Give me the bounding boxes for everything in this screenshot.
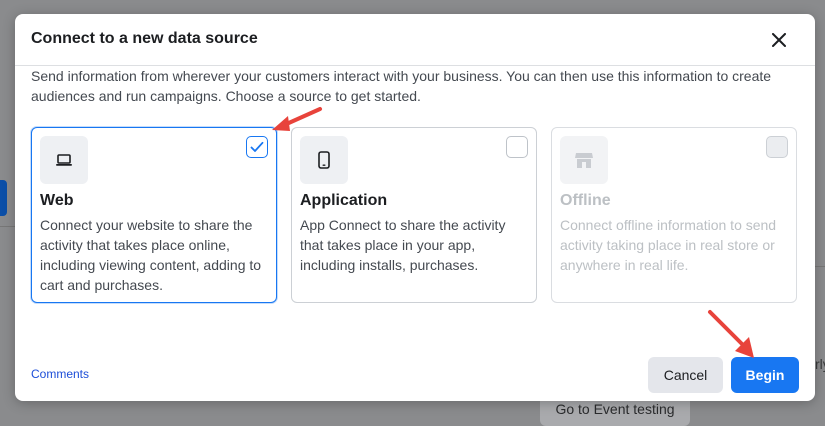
dialog-title: Connect to a new data source bbox=[31, 30, 258, 47]
source-description: App Connect to share the activity that t… bbox=[300, 217, 506, 273]
source-description: Connect offline information to send acti… bbox=[560, 217, 777, 273]
source-icon-box bbox=[560, 136, 608, 184]
close-button[interactable] bbox=[765, 26, 793, 54]
comments-link[interactable]: Comments bbox=[31, 367, 89, 381]
source-checkbox-web[interactable] bbox=[246, 136, 268, 158]
laptop-icon bbox=[56, 154, 72, 166]
source-title: Offline bbox=[560, 192, 611, 209]
source-card-offline: Offline Connect offline information to s… bbox=[551, 127, 797, 303]
background-text-fragment: rly bbox=[815, 356, 825, 372]
connect-data-source-dialog: Connect to a new data source Send inform… bbox=[15, 14, 815, 401]
source-checkbox-offline bbox=[766, 136, 788, 158]
mobile-phone-icon bbox=[318, 151, 330, 169]
source-card-application[interactable]: Application App Connect to share the act… bbox=[291, 127, 537, 303]
source-card-web[interactable]: Web Connect your website to share the ac… bbox=[31, 127, 277, 303]
begin-button[interactable]: Begin bbox=[731, 357, 799, 393]
source-icon-box bbox=[300, 136, 348, 184]
checkmark-icon bbox=[250, 141, 264, 152]
source-checkbox-application[interactable] bbox=[506, 136, 528, 158]
close-icon bbox=[772, 33, 786, 47]
source-options: Web Connect your website to share the ac… bbox=[31, 127, 801, 305]
cancel-button[interactable]: Cancel bbox=[648, 357, 723, 393]
background-divider bbox=[0, 226, 15, 227]
dialog-description: Send information from wherever your cust… bbox=[31, 68, 772, 104]
source-title: Web bbox=[40, 192, 74, 209]
source-description: Connect your website to share the activi… bbox=[40, 217, 262, 293]
background-button-fragment bbox=[0, 180, 7, 216]
source-title: Application bbox=[300, 192, 388, 209]
storefront-icon bbox=[575, 153, 593, 168]
source-icon-box bbox=[40, 136, 88, 184]
